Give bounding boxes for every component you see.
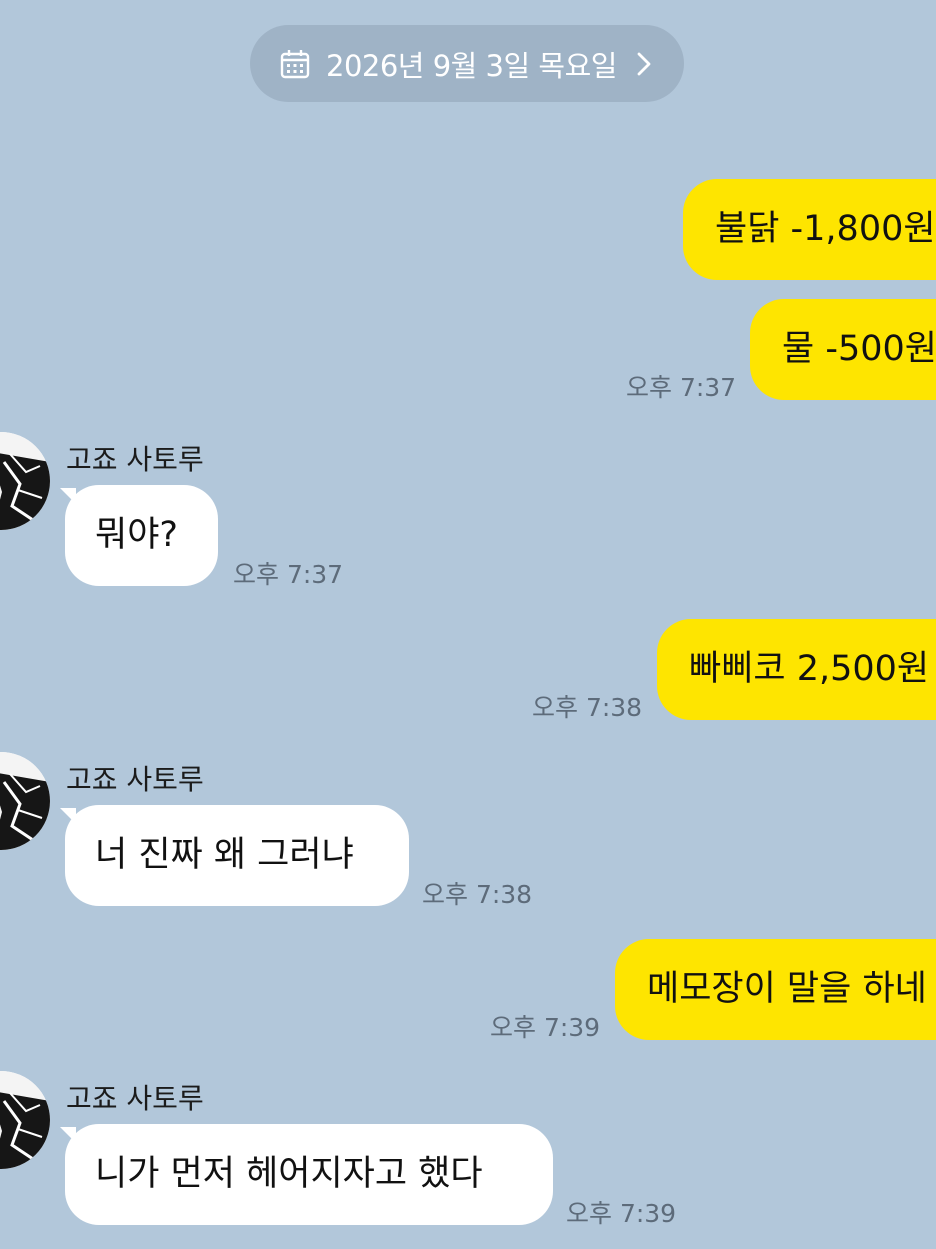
avatar[interactable]	[0, 1071, 50, 1169]
message-text: 물 -500원	[782, 329, 936, 369]
avatar[interactable]	[0, 432, 50, 530]
my-message-bubble[interactable]: 빠삐코 2,500원	[657, 619, 936, 720]
date-header[interactable]: 2026년 9월 3일 목요일	[250, 25, 684, 102]
sender-name: 고죠 사토루	[66, 1082, 204, 1115]
avatar-image	[0, 1071, 50, 1169]
date-label: 2026년 9월 3일 목요일	[326, 48, 617, 83]
avatar-image	[0, 752, 50, 850]
message-time: 오후 7:38	[422, 880, 533, 909]
my-message-bubble[interactable]: 불닭 -1,800원	[683, 179, 936, 280]
message-text: 빠삐코 2,500원	[689, 649, 930, 689]
chat-area[interactable]: 2026년 9월 3일 목요일 불닭 -1,800원 물 -500원 오후 7:…	[0, 0, 936, 1249]
my-message-bubble[interactable]: 물 -500원	[750, 299, 936, 400]
sender-name: 고죠 사토루	[66, 763, 204, 796]
message-text: 메모장이 말을 하네	[647, 969, 927, 1009]
message-text: 불닭 -1,800원	[715, 209, 936, 249]
incoming-message-group: 고죠 사토루 니가 먼저 헤어지자고 했다 오후 7:39	[0, 1071, 936, 1231]
avatar[interactable]	[0, 752, 50, 850]
message-text: 뭐야?	[95, 515, 178, 555]
incoming-message-bubble[interactable]: 너 진짜 왜 그러냐	[65, 805, 409, 906]
chevron-right-icon	[637, 52, 651, 75]
sender-name: 고죠 사토루	[66, 443, 204, 476]
my-message-bubble[interactable]: 메모장이 말을 하네	[615, 939, 936, 1040]
message-time: 오후 7:39	[490, 1013, 601, 1042]
calendar-icon	[280, 49, 310, 78]
incoming-message-bubble[interactable]: 니가 먼저 헤어지자고 했다	[65, 1124, 553, 1225]
message-time: 오후 7:39	[566, 1199, 677, 1228]
message-time: 오후 7:37	[626, 373, 737, 402]
incoming-message-group: 고죠 사토루 너 진짜 왜 그러냐 오후 7:38	[0, 752, 936, 912]
avatar-image	[0, 432, 50, 530]
incoming-message-bubble[interactable]: 뭐야?	[65, 485, 218, 586]
message-text: 너 진짜 왜 그러냐	[95, 835, 354, 875]
incoming-message-group: 고죠 사토루 뭐야? 오후 7:37	[0, 432, 936, 592]
message-time: 오후 7:37	[233, 560, 344, 589]
message-text: 니가 먼저 헤어지자고 했다	[95, 1154, 483, 1194]
message-time: 오후 7:38	[532, 693, 643, 722]
